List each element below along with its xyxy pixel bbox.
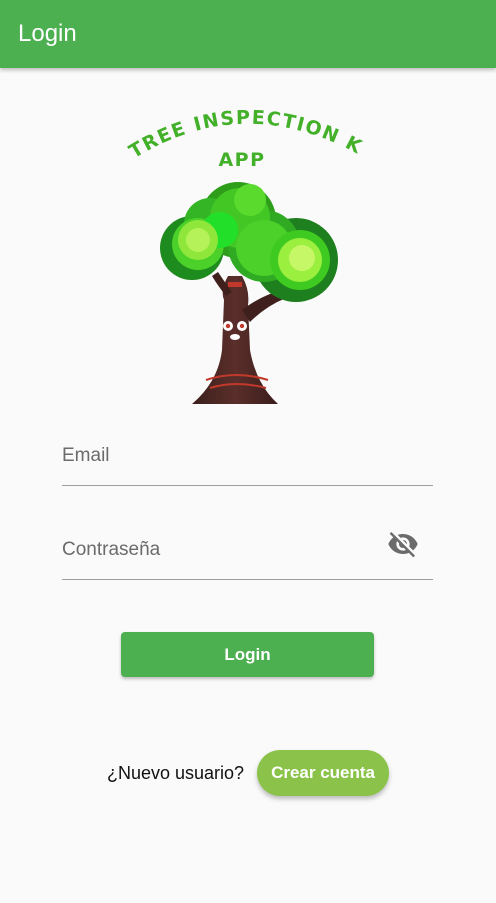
app-logo: TREE INSPECTION KIT APP (93, 83, 396, 410)
email-input[interactable] (62, 438, 372, 474)
login-button[interactable]: Login (121, 632, 374, 677)
visibility-off-icon[interactable] (387, 528, 419, 560)
create-account-button[interactable]: Crear cuenta (257, 750, 389, 796)
page-title: Login (18, 20, 77, 47)
email-field[interactable] (62, 428, 433, 486)
password-input[interactable] (62, 532, 372, 568)
signup-prompt: ¿Nuevo usuario? (106, 762, 245, 783)
signup-row: ¿Nuevo usuario? Crear cuenta (0, 750, 496, 796)
app-bar: Login (0, 0, 496, 68)
logo-subtitle: APP (218, 149, 265, 171)
password-field[interactable] (62, 522, 433, 580)
